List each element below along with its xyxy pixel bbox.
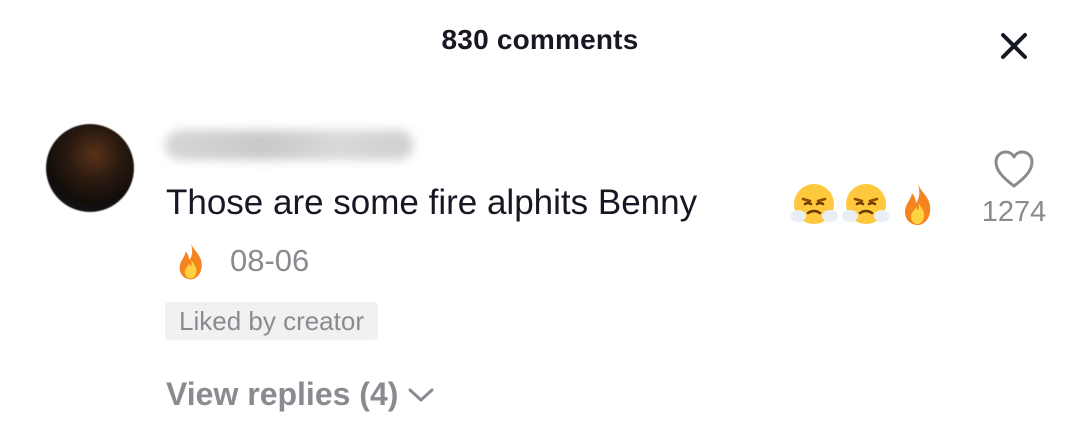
fire-emoji-icon <box>905 184 931 225</box>
liked-by-creator-badge: Liked by creator <box>165 302 378 340</box>
heart-icon <box>994 150 1034 188</box>
comment-date: 08-06 <box>230 243 310 278</box>
close-button[interactable] <box>994 26 1034 66</box>
comment-emojis <box>790 180 942 228</box>
fire-emoji-icon <box>179 243 202 280</box>
close-icon <box>1001 33 1027 59</box>
chevron-down-icon <box>408 388 434 401</box>
avatar[interactable] <box>46 124 134 212</box>
like-button[interactable] <box>992 148 1036 190</box>
steam-face-emoji-icon <box>790 184 838 224</box>
comments-header-title: 830 comments <box>441 24 639 55</box>
comment-text: Those are some fire alphits Benny <box>166 183 698 222</box>
view-replies-button[interactable]: View replies (4) <box>166 376 436 413</box>
steam-face-emoji-icon <box>842 184 890 224</box>
username[interactable]: user_redacted <box>165 130 413 160</box>
view-replies-label: View replies (4) <box>166 376 399 412</box>
like-count: 1274 <box>981 196 1047 228</box>
